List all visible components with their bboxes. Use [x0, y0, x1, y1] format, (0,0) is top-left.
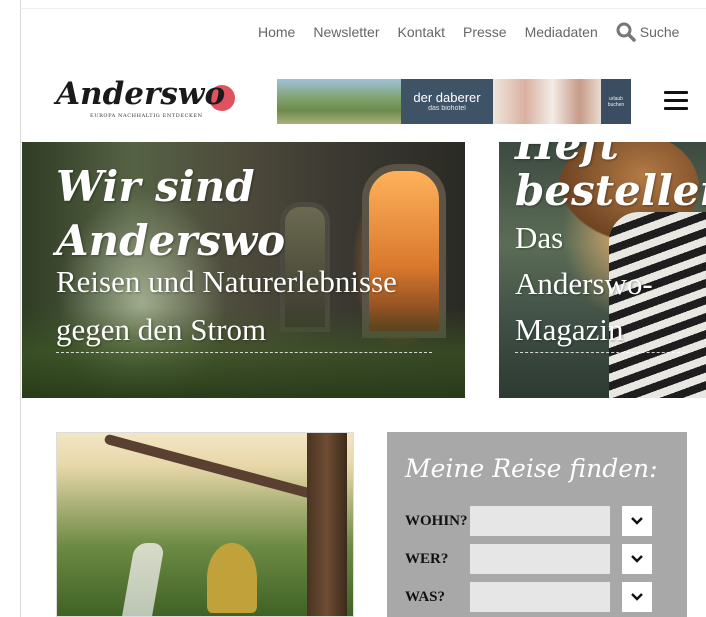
hero-script-line2: Anderswo: [56, 216, 286, 265]
hero2-subtitle-line1: Das: [515, 220, 564, 255]
banner-brand-name: der daberer: [413, 89, 481, 105]
finder-input-wer[interactable]: [470, 544, 610, 574]
finder-title: Meine Reise finden:: [405, 454, 658, 483]
nav-link-kontakt[interactable]: Kontakt: [398, 24, 445, 40]
top-navigation: Home Newsletter Kontakt Presse Mediadate…: [258, 22, 679, 42]
hero-script-line1: Wir sind: [56, 162, 255, 211]
hero-subtitle-line1: Reisen und Naturerlebnisse: [56, 264, 397, 299]
banner-cta: urlaub buchen: [601, 79, 631, 124]
hero2-underline: [515, 352, 685, 353]
menu-hamburger-icon[interactable]: [664, 91, 688, 111]
banner-brand-sub: das biohotel: [428, 104, 466, 112]
hero-subtitle-line2: gegen den Strom: [56, 312, 267, 347]
hero2-script-line2: bestellen: [515, 166, 706, 215]
finder-row-wer: WER?: [405, 544, 652, 574]
finder-row-was: WAS?: [405, 582, 652, 612]
banner-cta-bottom: buchen: [607, 101, 625, 108]
hero2-striped-shirt: [609, 212, 706, 398]
finder-input-wohin[interactable]: [470, 506, 610, 536]
site-logo[interactable]: Anderswo EUROPA NACHHALTIG ENTDECKEN: [56, 76, 236, 124]
nav-link-mediadaten[interactable]: Mediadaten: [525, 24, 598, 40]
photo-branch: [103, 433, 329, 503]
page-top-border: [20, 8, 706, 9]
photo-tree: [207, 543, 257, 613]
finder-dropdown-wohin[interactable]: [622, 506, 652, 536]
landscape-photo[interactable]: [56, 432, 354, 617]
nav-link-presse[interactable]: Presse: [463, 24, 507, 40]
hero2-subtitle-line3: Magazin: [515, 312, 624, 347]
hero-underline: [56, 352, 432, 353]
finder-dropdown-wer[interactable]: [622, 544, 652, 574]
banner-brand-panel: der daberer das biohotel: [401, 79, 493, 124]
search-button[interactable]: Suche: [616, 22, 680, 42]
finder-input-was[interactable]: [470, 582, 610, 612]
finder-label-was: WAS?: [405, 588, 446, 605]
chevron-down-icon: [631, 593, 643, 601]
finder-label-wohin: WOHIN?: [405, 512, 468, 529]
hero-card-heft-bestellen[interactable]: Heft bestellen Das Anderswo- Magazin: [499, 142, 706, 398]
hero2-subtitle-line2: Anderswo-: [515, 266, 653, 301]
search-label: Suche: [639, 24, 680, 40]
photo-river: [119, 543, 165, 616]
hero2-script-line1: Heft: [515, 142, 619, 169]
hotel-ad-banner[interactable]: der daberer das biohotel urlaub buchen: [277, 79, 631, 124]
banner-room-image: [493, 79, 601, 124]
finder-dropdown-was[interactable]: [622, 582, 652, 612]
nav-link-newsletter[interactable]: Newsletter: [313, 24, 379, 40]
trip-finder-panel: Meine Reise finden: WOHIN? WER? WAS?: [387, 432, 687, 617]
finder-row-wohin: WOHIN?: [405, 506, 652, 536]
nav-link-home[interactable]: Home: [258, 24, 295, 40]
banner-landscape-image: [277, 79, 401, 124]
search-icon: [616, 22, 636, 42]
photo-trunk: [307, 433, 347, 616]
logo-wordmark: Anderswo: [56, 76, 226, 112]
chevron-down-icon: [631, 555, 643, 563]
chevron-down-icon: [631, 517, 643, 525]
hero-card-wir-sind-anderswo[interactable]: Wir sind Anderswo Reisen und Naturerlebn…: [22, 142, 465, 398]
finder-label-wer: WER?: [405, 550, 449, 567]
page-left-border: [20, 0, 21, 617]
logo-tagline: EUROPA NACHHALTIG ENTDECKEN: [90, 113, 203, 119]
